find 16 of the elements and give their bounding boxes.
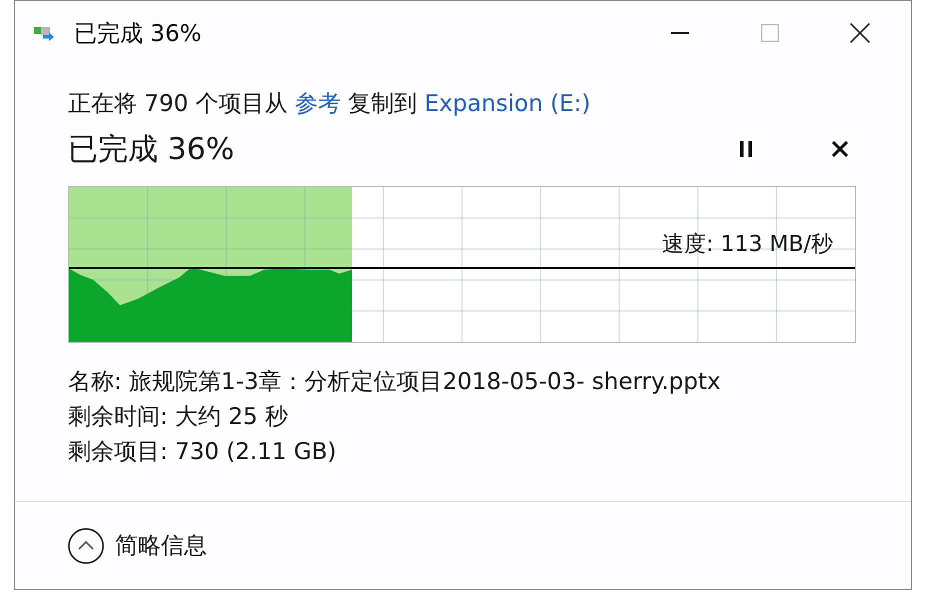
fewer-details-toggle[interactable]: 简略信息 (68, 528, 207, 564)
location-link[interactable]: 参考 (294, 91, 341, 117)
pause-icon (740, 141, 752, 157)
close-icon (832, 141, 848, 157)
detail-text: 剩余项目: 730 (2.11 GB) (68, 438, 338, 467)
maximize-icon (761, 24, 779, 42)
detail-text: 剩余时间: 大约 25 秒 (68, 403, 289, 432)
location-link[interactable]: Expansion (E:) (424, 91, 590, 117)
speed-label: 速度: 113 MB/秒 (662, 231, 833, 259)
copy-files-icon (34, 26, 54, 40)
progress-title: 已完成 36% (68, 130, 236, 168)
detail-text: 名称: 旅规院第1-3章：分析定位项目2018-05-03- sherry.pptx (68, 368, 722, 397)
close-icon (850, 23, 870, 43)
copy-status-text: 正在将 790 个项目从 参考 复制到 Expansion (E:) (68, 90, 592, 119)
window-title: 已完成 36% (74, 20, 202, 48)
minimize-icon (671, 32, 689, 34)
